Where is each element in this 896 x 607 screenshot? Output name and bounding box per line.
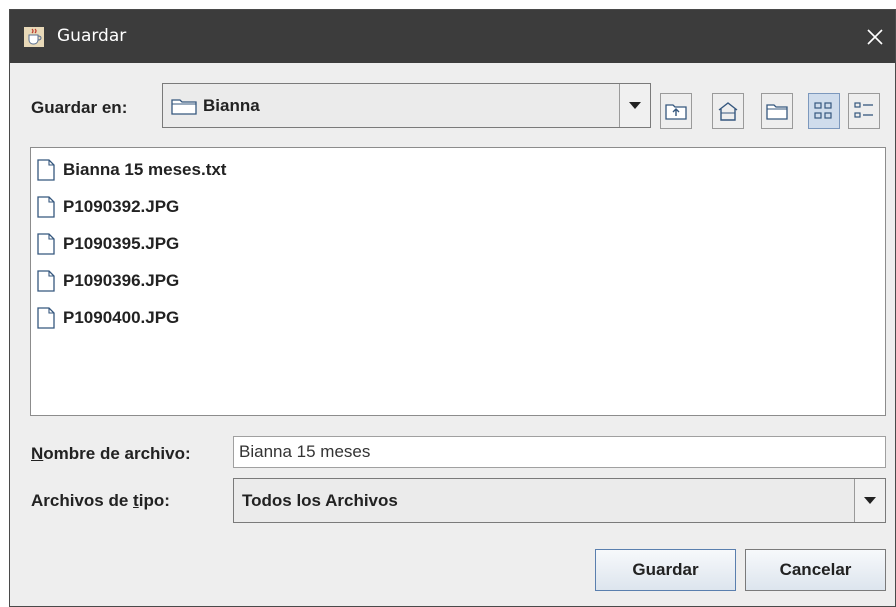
details-view-icon (854, 102, 873, 118)
look-in-label: Guardar en: (31, 98, 128, 117)
filetype-label: Archivos de tipo: (31, 491, 170, 511)
save-button[interactable]: Guardar (595, 549, 736, 591)
filename-label-text: ombre de archivo: (43, 444, 191, 463)
java-cup-icon (24, 27, 44, 47)
file-name: P1090392.JPG (63, 197, 180, 216)
filename-mnemonic: N (31, 444, 44, 463)
chevron-down-icon (864, 496, 876, 504)
file-name: P1090400.JPG (63, 308, 180, 327)
filename-field[interactable] (233, 436, 886, 468)
look-in-value-wrap: Bianna (171, 84, 260, 127)
file-icon (37, 270, 55, 292)
details-view-button[interactable] (848, 93, 880, 129)
close-icon (867, 28, 883, 45)
cancel-button[interactable]: Cancelar (745, 549, 886, 591)
file-list[interactable]: Bianna 15 meses.txt P1090392.JPG P109039… (30, 147, 886, 416)
filetype-combo[interactable]: Todos los Archivos (233, 478, 886, 523)
up-folder-icon (665, 104, 687, 120)
close-button[interactable] (855, 10, 895, 63)
save-dialog: Guardar Guardar en: Bianna Bianna 15 mes… (9, 9, 896, 607)
filetype-label-post: ipo: (138, 491, 170, 510)
list-view-button[interactable] (808, 93, 840, 129)
file-name: Bianna 15 meses.txt (63, 160, 227, 179)
list-item[interactable]: Bianna 15 meses.txt (37, 155, 226, 185)
file-icon (37, 159, 55, 181)
filetype-label-pre: Archivos de (31, 491, 134, 510)
filetype-dropdown-button[interactable] (854, 479, 885, 522)
file-icon (37, 196, 55, 218)
look-in-combo[interactable]: Bianna (162, 83, 651, 128)
list-item[interactable]: P1090396.JPG (37, 266, 179, 296)
list-item[interactable]: P1090395.JPG (37, 229, 179, 259)
filename-label: Nombre de archivo: (31, 444, 191, 464)
look-in-dropdown-button[interactable] (619, 84, 650, 127)
window-title: Guardar (57, 26, 127, 46)
home-button[interactable] (712, 93, 744, 129)
list-item[interactable]: P1090392.JPG (37, 192, 179, 222)
new-folder-button[interactable] (761, 93, 793, 129)
filename-input[interactable] (234, 437, 885, 467)
list-view-icon (814, 102, 832, 119)
up-one-level-button[interactable] (660, 93, 692, 129)
file-name: P1090396.JPG (63, 271, 180, 290)
file-icon (37, 233, 55, 255)
new-folder-icon (766, 104, 788, 120)
chevron-down-icon (629, 101, 641, 109)
folder-icon (171, 98, 197, 115)
home-icon (718, 102, 738, 121)
file-name: P1090395.JPG (63, 234, 180, 253)
filetype-value: Todos los Archivos (242, 490, 398, 510)
file-icon (37, 307, 55, 329)
look-in-value: Bianna (203, 95, 260, 115)
list-item[interactable]: P1090400.JPG (37, 303, 179, 333)
title-bar[interactable]: Guardar (10, 10, 895, 63)
